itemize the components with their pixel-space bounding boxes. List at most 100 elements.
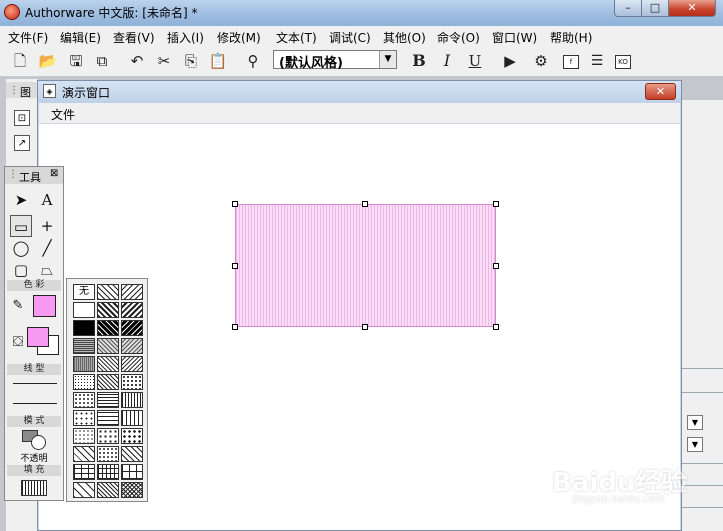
chevron-down-icon[interactable]: ▼ xyxy=(379,51,396,68)
fill-pattern-swatch[interactable] xyxy=(121,482,143,498)
line-style-thin-2[interactable] xyxy=(13,403,57,404)
fill-pattern-swatch[interactable] xyxy=(73,338,95,354)
resize-handle-nw[interactable] xyxy=(232,201,238,207)
resize-handle-e[interactable] xyxy=(493,263,499,269)
fill-pattern-swatch[interactable] xyxy=(97,482,119,498)
fill-pattern-none[interactable]: 无 xyxy=(73,284,95,300)
fill-pattern-swatch[interactable] xyxy=(121,302,143,318)
menu-debug[interactable]: 调试(C) xyxy=(329,29,371,46)
fill-pattern-swatch[interactable] xyxy=(97,320,119,336)
new-file-icon[interactable]: 🗋 xyxy=(10,51,30,71)
undo-icon[interactable]: ↶ xyxy=(127,51,147,71)
rounded-rectangle-tool-icon[interactable]: ▢ xyxy=(10,259,32,281)
line-style-thin[interactable] xyxy=(13,383,57,384)
fill-pattern-swatch[interactable] xyxy=(121,284,143,300)
close-icon[interactable]: ⊠ xyxy=(50,168,60,180)
resize-handle-s[interactable] xyxy=(362,324,368,330)
presentation-menu-file[interactable]: 文件 xyxy=(51,106,75,123)
run-icon[interactable]: ▶ xyxy=(500,51,520,71)
chevron-down-icon[interactable]: ▼ xyxy=(687,415,703,430)
fill-pattern-swatch[interactable] xyxy=(121,320,143,336)
authorware-app-icon[interactable] xyxy=(4,4,20,20)
fill-pattern-swatch[interactable] xyxy=(73,428,95,444)
control-panel-icon[interactable]: ⚙ xyxy=(531,51,551,71)
resize-handle-ne[interactable] xyxy=(493,201,499,207)
knowledge-objects-icon[interactable]: KO xyxy=(615,55,631,69)
fill-pattern-swatch[interactable] xyxy=(73,392,95,408)
fill-pattern-swatch[interactable] xyxy=(97,284,119,300)
save-all-icon[interactable]: 🖫 xyxy=(66,51,86,71)
fill-pattern-swatch[interactable] xyxy=(97,410,119,426)
fill-pattern-swatch[interactable] xyxy=(121,464,143,480)
fill-pattern-swatch[interactable] xyxy=(97,392,119,408)
resize-handle-sw[interactable] xyxy=(232,324,238,330)
fill-pattern-swatch[interactable] xyxy=(73,356,95,372)
selected-rectangle[interactable] xyxy=(235,204,496,327)
find-icon[interactable]: ⚲ xyxy=(243,51,263,71)
variables-icon[interactable]: ☰ xyxy=(587,51,607,71)
foreground-color-swatch[interactable] xyxy=(27,327,49,347)
fill-pattern-swatch[interactable] xyxy=(73,302,95,318)
current-fill-pattern[interactable] xyxy=(21,480,47,496)
close-button[interactable]: ✕ xyxy=(668,0,716,17)
maximize-button[interactable]: □ xyxy=(641,0,669,17)
open-folder-icon[interactable]: 📂 xyxy=(38,51,58,71)
fill-pattern-swatch[interactable] xyxy=(97,446,119,462)
line-color-swatch[interactable] xyxy=(33,295,56,317)
menu-other[interactable]: 其他(O) xyxy=(383,29,426,46)
rectangle-tool-icon[interactable]: ▭ xyxy=(10,215,32,237)
bold-button[interactable]: B xyxy=(409,51,429,71)
fill-pattern-swatch[interactable] xyxy=(97,374,119,390)
pointer-tool-icon[interactable]: ➤ xyxy=(10,189,32,211)
menu-view[interactable]: 查看(V) xyxy=(113,29,155,46)
fill-pattern-swatch[interactable] xyxy=(97,428,119,444)
ellipse-tool-icon[interactable]: ◯ xyxy=(10,237,32,259)
menu-window[interactable]: 窗口(W) xyxy=(492,29,537,46)
fill-pattern-swatch[interactable] xyxy=(121,410,143,426)
chevron-down-icon[interactable]: ▼ xyxy=(687,437,703,452)
fill-pattern-swatch[interactable] xyxy=(73,446,95,462)
fill-pattern-swatch[interactable] xyxy=(73,374,95,390)
menu-command[interactable]: 命令(O) xyxy=(437,29,480,46)
crosshair-tool-icon[interactable]: + xyxy=(36,215,58,237)
resize-handle-se[interactable] xyxy=(493,324,499,330)
grip-icon[interactable]: ⋮ xyxy=(9,85,19,96)
fill-pattern-swatch[interactable] xyxy=(121,428,143,444)
cut-icon[interactable]: ✂ xyxy=(154,51,174,71)
fill-pattern-swatch[interactable] xyxy=(121,338,143,354)
fill-pattern-swatch[interactable] xyxy=(97,464,119,480)
underline-button[interactable]: U xyxy=(465,51,485,71)
fill-pattern-swatch[interactable] xyxy=(73,464,95,480)
menu-text[interactable]: 文本(T) xyxy=(276,29,317,46)
grip-icon[interactable]: ⋮ xyxy=(8,169,18,180)
text-style-select[interactable]: (默认风格) ▼ xyxy=(273,50,397,71)
fill-pattern-swatch[interactable] xyxy=(121,392,143,408)
functions-icon[interactable]: f xyxy=(563,55,579,69)
fill-pattern-swatch[interactable] xyxy=(121,446,143,462)
menu-file[interactable]: 文件(F) xyxy=(8,29,48,46)
motion-icon[interactable]: ↗ xyxy=(14,135,30,151)
fill-pattern-swatch[interactable] xyxy=(73,320,95,336)
fill-pattern-swatch[interactable] xyxy=(97,338,119,354)
fill-pattern-swatch[interactable] xyxy=(121,374,143,390)
fill-pattern-swatch[interactable] xyxy=(73,482,95,498)
resize-handle-w[interactable] xyxy=(232,263,238,269)
fill-pattern-swatch[interactable] xyxy=(97,302,119,318)
fill-pattern-swatch[interactable] xyxy=(97,356,119,372)
import-icon[interactable]: ⧉ xyxy=(92,51,112,71)
menu-modify[interactable]: 修改(M) xyxy=(217,29,261,46)
menu-insert[interactable]: 插入(I) xyxy=(167,29,204,46)
menu-edit[interactable]: 编辑(E) xyxy=(60,29,101,46)
polygon-tool-icon[interactable]: ⏢ xyxy=(36,259,58,281)
fill-pattern-swatch[interactable] xyxy=(121,356,143,372)
text-tool-icon[interactable]: A xyxy=(36,189,58,211)
line-tool-icon[interactable]: ╱ xyxy=(36,237,58,259)
presentation-close-button[interactable]: ✕ xyxy=(645,83,676,100)
italic-button[interactable]: I xyxy=(437,51,457,71)
menu-help[interactable]: 帮助(H) xyxy=(550,29,592,46)
fill-pattern-swatch[interactable] xyxy=(73,410,95,426)
display-icon[interactable]: ⊡ xyxy=(14,110,30,126)
copy-icon[interactable]: ⎘ xyxy=(181,51,201,71)
paste-icon[interactable]: 📋 xyxy=(208,51,228,71)
resize-handle-n[interactable] xyxy=(362,201,368,207)
